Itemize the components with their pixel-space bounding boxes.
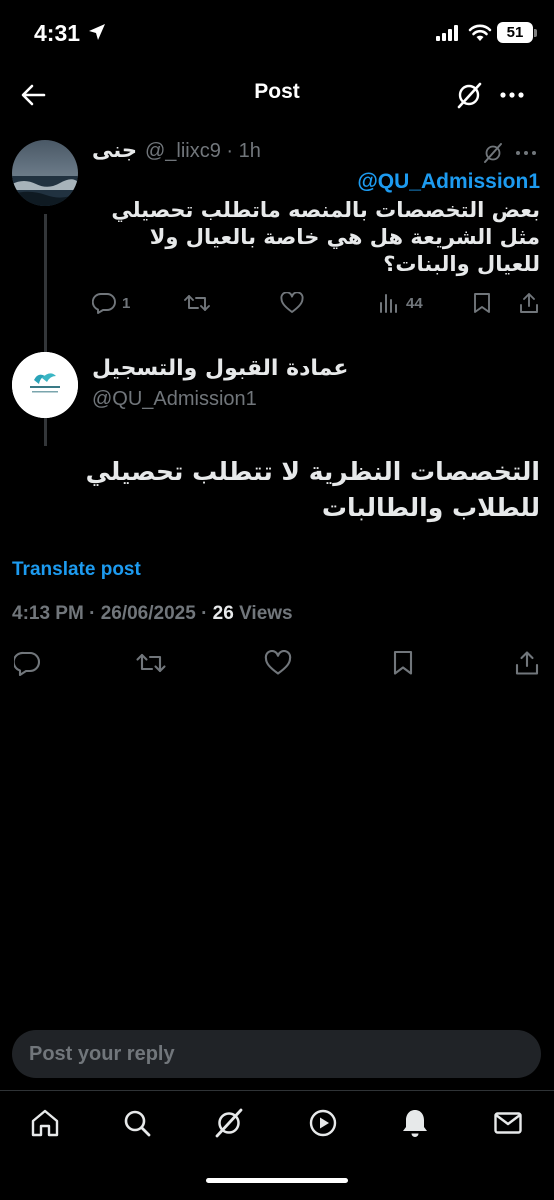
views-label: Views (233, 603, 293, 624)
battery-cap (534, 29, 537, 37)
messages-icon[interactable] (492, 1107, 524, 1139)
reply-placeholder: Post your reply (29, 1043, 175, 1065)
post-text: التخصصات النظرية لا تتطلب تحصيلي للطلاب … (85, 457, 540, 522)
share-icon[interactable] (514, 650, 540, 676)
more-icon[interactable] (497, 80, 527, 110)
location-arrow-icon (89, 24, 105, 40)
bottom-nav (0, 1090, 554, 1200)
views-action[interactable]: 44 (378, 292, 423, 314)
cellular-signal-icon (436, 25, 458, 41)
bookmark-icon[interactable] (472, 292, 492, 314)
timestamp: 4:13 PM · 26/06/2025 · (12, 603, 213, 624)
handle[interactable]: @QU_Admission1 (92, 388, 257, 411)
translate-post-link[interactable]: Translate post (12, 559, 141, 581)
repost-icon[interactable] (184, 292, 210, 314)
status-time: 4:31 (34, 20, 81, 46)
view-count: 44 (406, 294, 423, 312)
reply-input[interactable]: Post your reply (12, 1030, 541, 1078)
handle-and-time: @_liixc9 · 1h (144, 140, 261, 162)
mention-link[interactable]: @QU_Admission1 (357, 170, 540, 194)
grok-icon[interactable] (454, 80, 484, 110)
reply-icon[interactable] (14, 650, 40, 676)
search-icon[interactable] (121, 1107, 153, 1139)
grok-icon[interactable] (482, 142, 504, 164)
reply-action[interactable]: 1 (92, 292, 130, 314)
avatar[interactable] (12, 352, 78, 418)
grok-icon[interactable] (213, 1107, 245, 1139)
wifi-icon (468, 24, 492, 41)
status-bar: 4:31 51 (0, 0, 554, 66)
reply-count: 1 (122, 294, 131, 312)
like-icon[interactable] (264, 650, 292, 676)
repost-icon[interactable] (136, 650, 166, 676)
post-text: بعض التخصصات بالمنصه ماتطلب تحصيلي مثل ا… (111, 198, 540, 276)
avatar[interactable] (12, 140, 78, 206)
video-icon[interactable] (307, 1107, 339, 1139)
share-icon[interactable] (518, 292, 540, 314)
reply-icon (92, 293, 116, 314)
more-icon[interactable] (514, 142, 538, 164)
view-count[interactable]: 26 (213, 603, 234, 624)
parent-post-header: جنى @_liixc9 · 1h (92, 138, 261, 163)
display-name[interactable]: جنى (92, 138, 137, 163)
notifications-icon[interactable] (399, 1107, 431, 1139)
bookmark-icon[interactable] (392, 650, 414, 676)
like-icon[interactable] (280, 292, 304, 314)
home-indicator (206, 1178, 348, 1183)
main-post-author: عمادة القبول والتسجيل @QU_Admission1 (0, 346, 554, 426)
post-metadata: 4:13 PM · 26/06/2025 · 26 Views (12, 603, 293, 625)
post-actions (0, 650, 554, 680)
post-header: Post (0, 66, 554, 122)
views-icon (380, 294, 397, 313)
parent-post[interactable]: جنى @_liixc9 · 1h @QU_Admission1 بعض الت… (0, 122, 554, 446)
battery-indicator: 51 (497, 22, 533, 43)
home-icon[interactable] (29, 1107, 61, 1139)
display-name[interactable]: عمادة القبول والتسجيل (92, 356, 348, 381)
post-actions: 1 44 (92, 292, 542, 320)
